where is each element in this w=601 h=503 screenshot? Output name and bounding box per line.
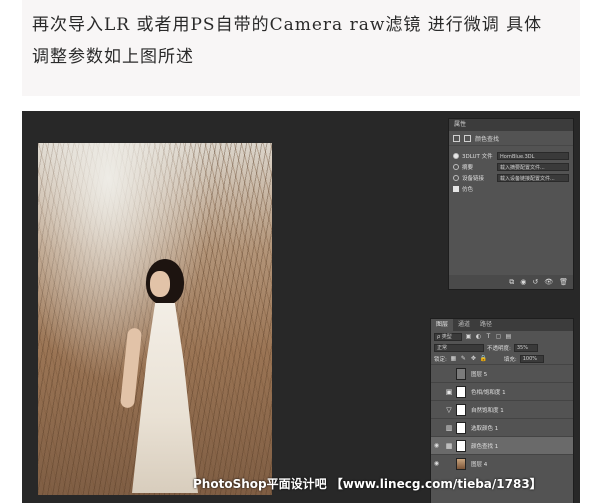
lut-select-3dlut[interactable]: HornBlue.3DL xyxy=(497,151,569,160)
layers-tabs: 图层 通道 路径 xyxy=(431,319,573,331)
layer-name[interactable]: 色相/饱和度 1 xyxy=(471,388,506,396)
layer-row[interactable]: ▽ 自然饱和度 1 xyxy=(431,400,573,418)
watermark-text: PhotoShop平面设计吧 【www.linecg.com/tieba/178… xyxy=(193,477,542,491)
layer-mask-thumbnail xyxy=(456,385,466,398)
lock-move-icon[interactable]: ✥ xyxy=(470,355,477,362)
tab-paths[interactable]: 路径 xyxy=(475,319,497,331)
layer-name[interactable]: 颜色查找 1 xyxy=(471,442,498,450)
layer-thumbnail xyxy=(456,457,466,470)
eye-icon[interactable]: ◉ xyxy=(431,442,442,449)
layer-row[interactable]: ◉ 图层 4 xyxy=(431,454,573,472)
dither-row[interactable]: 仿色 xyxy=(449,183,573,194)
layer-name[interactable]: 图层 5 xyxy=(471,370,487,378)
tab-channels[interactable]: 通道 xyxy=(453,319,475,331)
visibility-icon[interactable]: 👁 xyxy=(544,278,553,286)
mask-icon[interactable] xyxy=(464,134,471,142)
vibrance-icon: ▽ xyxy=(446,405,452,414)
photo-canvas xyxy=(38,143,272,495)
fill-label: 填充: xyxy=(503,356,517,363)
tab-layers[interactable]: 图层 xyxy=(431,319,454,331)
filter-adjust-icon[interactable]: ◐ xyxy=(475,333,482,340)
filter-smart-icon[interactable]: ▤ xyxy=(505,333,512,340)
layer-row[interactable]: 图层 5 xyxy=(431,364,573,382)
layer-row[interactable]: ▣ 色相/饱和度 1 xyxy=(431,382,573,400)
filter-pixel-icon[interactable]: ▣ xyxy=(465,333,472,340)
blend-mode-select[interactable]: 正常 xyxy=(434,343,484,352)
layer-row[interactable]: ▥ 选取颜色 1 xyxy=(431,418,573,436)
layer-mask-thumbnail xyxy=(456,439,466,452)
layer-row-selected[interactable]: ◉ ▦ 颜色查找 1 xyxy=(431,436,573,454)
hue-saturation-icon: ▣ xyxy=(445,387,453,396)
photoshop-workspace: 属性 颜色查找 3DLUT 文件 HornBlue.3DL 摘要 载入摘要配置文… xyxy=(22,111,580,503)
lut-select-abstract[interactable]: 载入摘要配置文件... xyxy=(497,162,569,171)
radio-abstract[interactable] xyxy=(453,163,459,170)
blend-opacity-row: 正常 不透明度: 35% xyxy=(431,342,573,353)
lock-paint-icon[interactable]: ✎ xyxy=(460,355,467,362)
lut-row-abstract[interactable]: 摘要 载入摘要配置文件... xyxy=(449,161,573,172)
filter-type-icon[interactable]: T xyxy=(485,333,492,340)
lut-label-3dlut: 3DLUT 文件 xyxy=(462,153,493,160)
photo-subject-face xyxy=(150,271,170,297)
color-lookup-icon: ▦ xyxy=(445,441,453,450)
view-previous-icon[interactable]: ◉ xyxy=(520,278,526,286)
properties-panel: 属性 颜色查找 3DLUT 文件 HornBlue.3DL 摘要 载入摘要配置文… xyxy=(448,118,574,290)
lut-row-devicelink[interactable]: 设备链接 载入设备链接配置文件... xyxy=(449,172,573,183)
lock-label: 锁定: xyxy=(434,356,447,363)
opacity-label: 不透明度: xyxy=(487,345,511,352)
delete-icon[interactable]: 🗑 xyxy=(559,278,568,286)
radio-3dlut[interactable] xyxy=(453,152,459,159)
layer-name[interactable]: 选取颜色 1 xyxy=(471,424,498,432)
adjustment-icon xyxy=(453,134,460,142)
layer-filter-select[interactable]: ρ 类型 xyxy=(434,332,462,341)
dither-label: 仿色 xyxy=(462,186,474,193)
clip-icon[interactable]: ⧉ xyxy=(509,278,514,287)
radio-devicelink[interactable] xyxy=(453,174,459,181)
layer-name[interactable]: 图层 4 xyxy=(471,460,487,468)
lut-row-3dlut[interactable]: 3DLUT 文件 HornBlue.3DL xyxy=(449,150,573,161)
selective-color-icon: ▥ xyxy=(445,423,453,432)
layer-mask-thumbnail xyxy=(456,421,466,434)
lut-label-devicelink: 设备链接 xyxy=(462,175,485,182)
lut-select-devicelink[interactable]: 载入设备链接配置文件... xyxy=(497,173,569,182)
instruction-caption: 再次导入LR 或者用PS自带的Camera raw滤镜 进行微调 具体 调整参数… xyxy=(22,0,580,96)
reset-icon[interactable]: ↺ xyxy=(532,278,538,286)
layer-name[interactable]: 自然饱和度 1 xyxy=(471,406,504,414)
properties-subheader: 颜色查找 xyxy=(449,131,573,146)
properties-subtitle: 颜色查找 xyxy=(475,135,500,143)
properties-footer: ⧉ ◉ ↺ 👁 🗑 xyxy=(449,275,573,289)
opacity-input[interactable]: 35% xyxy=(513,343,538,352)
layer-mask-thumbnail xyxy=(456,403,466,416)
lock-transparency-icon[interactable]: ▦ xyxy=(450,355,457,362)
layer-filter-row: ρ 类型 ▣ ◐ T ▢ ▤ xyxy=(431,331,573,342)
caption-line-1: 再次导入LR 或者用PS自带的Camera raw滤镜 进行微调 具体 xyxy=(32,15,543,35)
dither-checkbox[interactable] xyxy=(453,185,459,192)
photo-subject-arm xyxy=(119,327,143,409)
filter-shape-icon[interactable]: ▢ xyxy=(495,333,502,340)
caption-line-2: 调整参数如上图所述 xyxy=(32,47,194,67)
photo-subject-dress xyxy=(132,303,198,493)
lock-fill-row: 锁定: ▦ ✎ ✥ 🔒 填充: 100% xyxy=(431,353,573,364)
properties-header: 属性 xyxy=(449,119,573,131)
lut-label-abstract: 摘要 xyxy=(462,164,474,171)
fill-input[interactable]: 100% xyxy=(519,354,544,363)
layer-thumbnail xyxy=(456,367,466,380)
lock-all-icon[interactable]: 🔒 xyxy=(480,355,487,362)
eye-icon[interactable]: ◉ xyxy=(431,460,442,467)
